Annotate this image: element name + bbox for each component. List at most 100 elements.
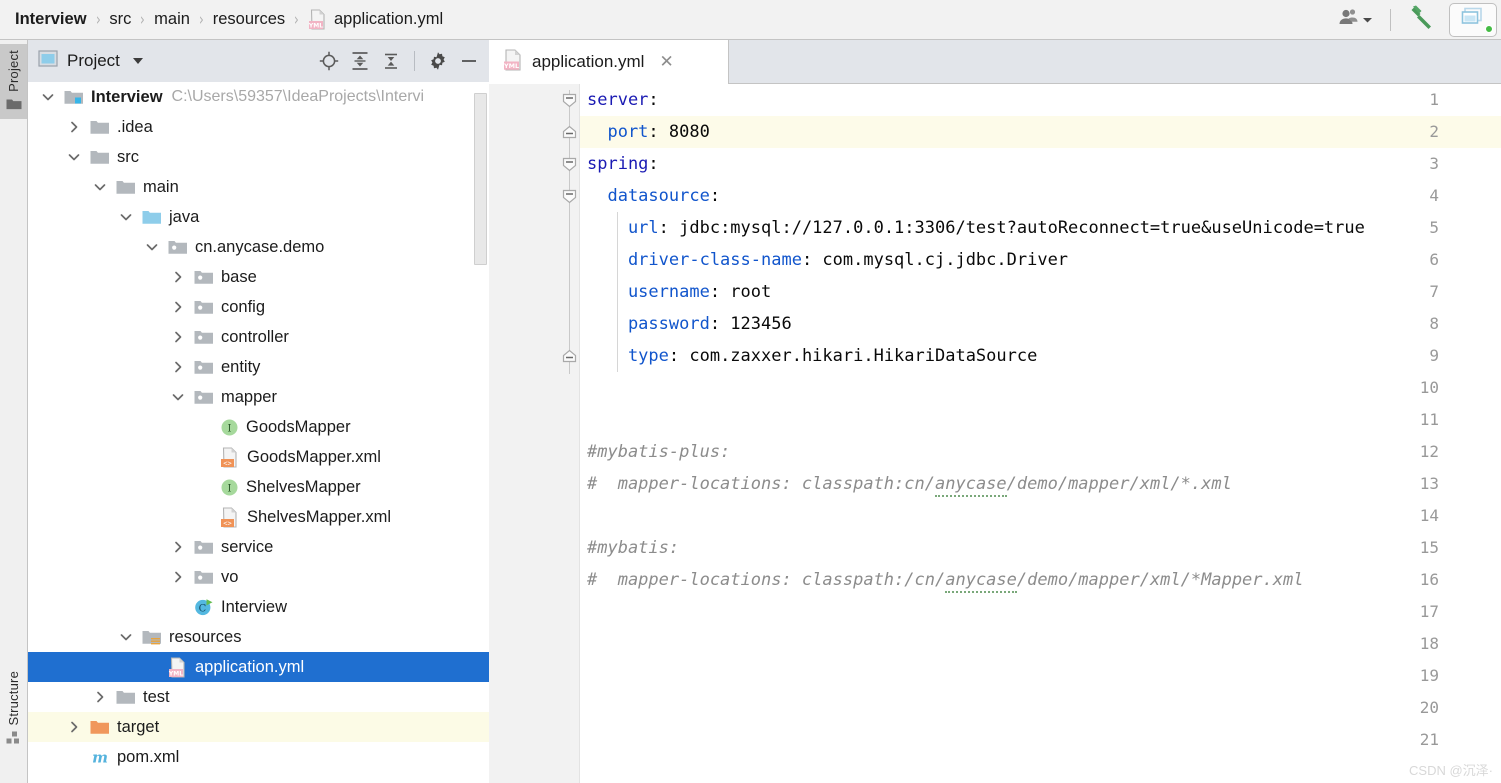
tree-node-test[interactable]: test (28, 682, 489, 712)
code-line[interactable] (489, 404, 1501, 436)
breadcrumb-bar: Interview › src › main › resources › YML applicat… (0, 0, 1501, 40)
svg-text:<>: <> (223, 459, 231, 467)
chevron-right-icon[interactable] (170, 359, 186, 375)
collapse-all-icon[interactable] (377, 47, 405, 75)
chevron-right-icon[interactable] (170, 539, 186, 555)
close-icon[interactable]: ✕ (659, 53, 673, 71)
code-token: : (648, 90, 659, 110)
structure-blocks-icon (6, 731, 22, 750)
tree-node-label: mapper (221, 387, 277, 406)
build-project-button[interactable] (1401, 3, 1443, 37)
locate-in-tree-icon[interactable] (315, 47, 343, 75)
tree-node-controller[interactable]: controller (28, 322, 489, 352)
code-line[interactable]: url: jdbc:mysql://127.0.0.1:3306/test?au… (489, 212, 1501, 244)
code-editor[interactable]: 1 server: 2 port: 8080 3 spring: 4 datasource… (489, 84, 1501, 783)
tree-node-resources[interactable]: resources (28, 622, 489, 652)
tree-node-label: GoodsMapper (246, 417, 351, 436)
code-token: /demo/mapper/xml/*.xml (1006, 474, 1232, 494)
code-token: # mapper-locations: classpath:/cn/ (587, 570, 946, 590)
code-line[interactable]: username: root (489, 276, 1501, 308)
chevron-down-icon[interactable] (170, 389, 186, 405)
tool-window-button-project[interactable]: Project (0, 44, 27, 119)
tree-node-shelvesmapper[interactable]: I ShelvesMapper (28, 472, 489, 502)
chevron-right-icon[interactable] (170, 569, 186, 585)
code-line[interactable] (489, 692, 1501, 724)
settings-gear-icon[interactable] (424, 47, 452, 75)
code-line[interactable]: # mapper-locations: classpath:cn/anycase… (489, 468, 1501, 500)
tree-node-label: entity (221, 357, 261, 376)
code-line[interactable] (489, 372, 1501, 404)
source-root-icon (142, 209, 162, 226)
code-line[interactable]: # mapper-locations: classpath:/cn/anycas… (489, 564, 1501, 596)
chevron-right-icon[interactable] (170, 329, 186, 345)
breadcrumb-item-interview[interactable]: Interview (10, 10, 92, 29)
tool-window-button-structure[interactable]: Structure (0, 665, 27, 754)
code-token: username (587, 282, 710, 302)
editor-tab-application-yml[interactable]: YML application.yml ✕ (489, 40, 729, 84)
tree-node-target[interactable]: target (28, 712, 489, 742)
tree-node-goodsmapper-xml[interactable]: <> GoodsMapper.xml (28, 442, 489, 472)
code-line[interactable] (489, 724, 1501, 756)
code-line[interactable] (489, 500, 1501, 532)
project-tree-scrollbar[interactable] (474, 93, 487, 265)
chevron-right-icon[interactable] (92, 689, 108, 705)
code-line[interactable] (489, 596, 1501, 628)
tree-node-interview[interactable]: Interview C:\Users\59357\IdeaProjects\Int… (28, 82, 489, 112)
chevron-right-icon[interactable] (66, 719, 82, 735)
window-preview-button[interactable] (1449, 2, 1497, 37)
chevron-down-icon[interactable] (40, 89, 56, 105)
breadcrumb-item-main[interactable]: main (149, 10, 195, 29)
expand-all-icon[interactable] (346, 47, 374, 75)
tree-node--idea[interactable]: .idea (28, 112, 489, 142)
user-menu-button[interactable] (1330, 3, 1380, 37)
chevron-down-icon[interactable] (132, 58, 143, 64)
tree-node-config[interactable]: config (28, 292, 489, 322)
breadcrumb-item-src[interactable]: src (104, 10, 136, 29)
tree-node-label: base (221, 267, 257, 286)
tree-node-vo[interactable]: vo (28, 562, 489, 592)
chevron-right-icon[interactable] (170, 299, 186, 315)
tree-node-base[interactable]: base (28, 262, 489, 292)
tree-node-mapper[interactable]: mapper (28, 382, 489, 412)
code-token: port (587, 122, 649, 142)
code-line[interactable] (489, 660, 1501, 692)
code-line[interactable]: password: 123456 (489, 308, 1501, 340)
breadcrumb-item-application-yml[interactable]: YML application.yml (303, 9, 448, 30)
code-line[interactable]: port: 8080 (489, 116, 1501, 148)
project-tree[interactable]: Interview C:\Users\59357\IdeaProjects\Int… (28, 82, 489, 783)
code-line[interactable]: #mybatis-plus: (489, 436, 1501, 468)
tree-node-label: config (221, 297, 266, 316)
chevron-right-icon[interactable] (170, 269, 186, 285)
tree-node-service[interactable]: service (28, 532, 489, 562)
chevron-down-icon[interactable] (118, 629, 134, 645)
tree-node-pom-xml[interactable]: m pom.xml (28, 742, 489, 772)
tree-node-main[interactable]: main (28, 172, 489, 202)
code-token: : jdbc:mysql://127.0.0.1:3306/test?autoR… (658, 218, 1365, 238)
breadcrumb-item-resources[interactable]: resources (208, 10, 290, 29)
code-line[interactable]: spring: (489, 148, 1501, 180)
project-panel-toolbar (315, 47, 483, 75)
code-line[interactable]: server: (489, 84, 1501, 116)
tree-node-interview[interactable]: C Interview (28, 592, 489, 622)
chevron-right-icon[interactable] (66, 119, 82, 135)
chevron-down-icon[interactable] (66, 149, 82, 165)
hide-panel-icon[interactable] (455, 47, 483, 75)
package-icon (194, 299, 214, 316)
chevron-down-icon[interactable] (118, 209, 134, 225)
tree-node-java[interactable]: java (28, 202, 489, 232)
tree-node-goodsmapper[interactable]: I GoodsMapper (28, 412, 489, 442)
tree-node-entity[interactable]: entity (28, 352, 489, 382)
left-tool-strip: Project Structure (0, 40, 28, 783)
chevron-down-icon[interactable] (144, 239, 160, 255)
tree-node-application-yml[interactable]: YML application.yml (28, 652, 489, 682)
code-line[interactable]: driver-class-name: com.mysql.cj.jdbc.Dri… (489, 244, 1501, 276)
tree-node-shelvesmapper-xml[interactable]: <> ShelvesMapper.xml (28, 502, 489, 532)
code-line[interactable] (489, 628, 1501, 660)
code-line[interactable]: datasource: (489, 180, 1501, 212)
code-line[interactable]: type: com.zaxxer.hikari.HikariDataSource (489, 340, 1501, 372)
tree-node-src[interactable]: src (28, 142, 489, 172)
code-token: : (648, 154, 659, 174)
tree-node-cn-anycase-demo[interactable]: cn.anycase.demo (28, 232, 489, 262)
chevron-down-icon[interactable] (92, 179, 108, 195)
code-line[interactable]: #mybatis: (489, 532, 1501, 564)
